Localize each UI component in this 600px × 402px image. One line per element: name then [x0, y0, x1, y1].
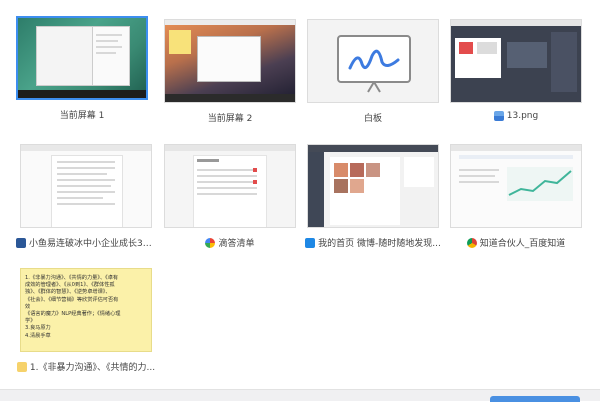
tile-label: 我的首页 微博-随时随地发现... [318, 239, 441, 249]
baidu-zhidao-thumbnail [450, 144, 582, 228]
note-line: 3.良马原力 [25, 325, 51, 332]
note-line: 《语言的魔力》NLP经典著作；《情绪心理 [25, 311, 121, 318]
tile-label: 白板 [363, 114, 382, 124]
google-icon [205, 237, 216, 248]
confirm-button[interactable] [490, 396, 580, 402]
share-tile-word-document[interactable]: 小鱼易连破冰中小企业成长3大... [16, 144, 156, 249]
image-file-icon [493, 111, 504, 121]
whiteboard-thumbnail [307, 19, 439, 103]
note-line: 《社会》、《细节营销》等欣赏评估可否有 [25, 296, 119, 303]
weibo-thumbnail [307, 144, 439, 228]
share-tile-13-png[interactable]: 13.png [450, 19, 582, 121]
weibo-icon [305, 237, 316, 248]
sticky-note-icon [16, 361, 27, 372]
share-tile-screen-1[interactable]: 当前屏幕 1 [16, 16, 148, 121]
word-document-icon [16, 237, 26, 248]
chrome-icon [466, 237, 477, 248]
whiteboard-icon [337, 35, 411, 93]
tile-label: 13.png [506, 111, 539, 121]
share-tile-whiteboard[interactable]: 白板 [307, 19, 439, 124]
note-line: 效 [25, 303, 31, 310]
tile-label: 当前屏幕 2 [207, 114, 253, 124]
note-line: 独》、《群体的智慧》、《逆势卓增课》、 [25, 289, 111, 296]
tile-label: 当前屏幕 1 [59, 111, 105, 121]
share-tile-dida-list[interactable]: 滴答清单 [164, 144, 296, 249]
dida-list-thumbnail [164, 144, 296, 228]
image-thumbnail [450, 19, 582, 103]
note-line: 4.清晨手草 [25, 332, 51, 339]
tile-label: 滴答清单 [218, 239, 255, 249]
share-tile-sticky-note[interactable]: 1.《非暴力沟通》、《共情的力量》、《卓有 成效的管理者》、《从0到1》、《群体… [16, 268, 155, 373]
tile-label: 小鱼易连破冰中小企业成长3大... [29, 239, 156, 249]
screen-2-thumbnail [164, 19, 296, 103]
share-tile-weibo[interactable]: 我的首页 微博-随时随地发现... [305, 144, 441, 249]
tile-label: 知道合伙人_百度知道 [479, 239, 566, 249]
document-thumbnail [20, 144, 152, 228]
tile-label: 1.《非暴力沟通》、《共情的力... [29, 363, 156, 373]
screen-1-thumbnail [16, 16, 148, 100]
share-tile-screen-2[interactable]: 当前屏幕 2 [164, 19, 296, 124]
trend-line-icon [508, 170, 572, 196]
sticky-note-thumbnail: 1.《非暴力沟通》、《共情的力量》、《卓有 成效的管理者》、《从0到1》、《群体… [20, 268, 152, 352]
share-tile-baidu-zhidao[interactable]: 知道合伙人_百度知道 [450, 144, 582, 249]
